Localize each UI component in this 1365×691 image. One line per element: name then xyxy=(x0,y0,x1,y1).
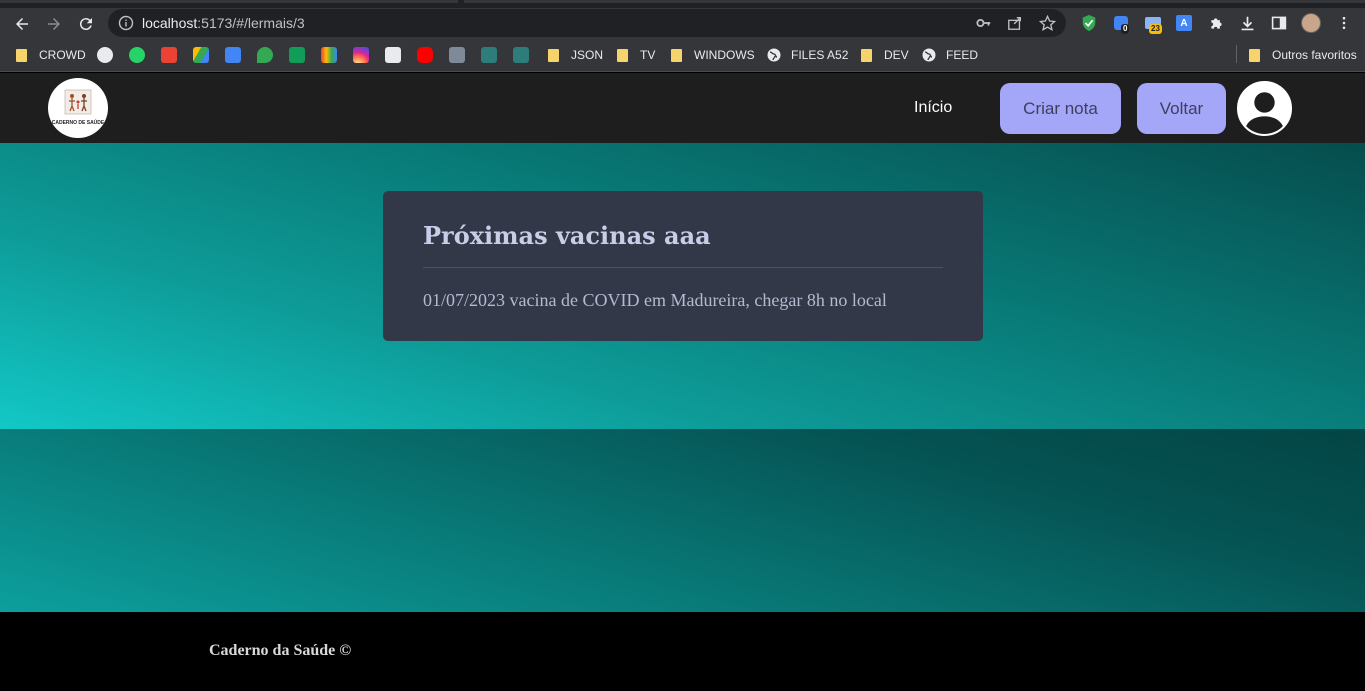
logo-text: CADERNO DE SAÚDE xyxy=(51,120,105,126)
bookmark-colors-icon[interactable] xyxy=(321,47,337,63)
globe-icon xyxy=(922,48,936,62)
bookmark-whatsapp-icon[interactable] xyxy=(129,47,145,63)
tab-strip xyxy=(0,0,1365,8)
info-icon[interactable] xyxy=(118,15,134,31)
globe-icon xyxy=(767,48,781,62)
url-text: localhost:5173/#/lermais/3 xyxy=(142,15,305,31)
bookmark-label: TV xyxy=(640,48,656,62)
footer-text: Caderno da Saúde © xyxy=(209,642,352,659)
ext-mail-badge: 23 xyxy=(1149,24,1162,34)
bookmark-label: DEV xyxy=(884,48,909,62)
bookmark-dev[interactable]: DEV xyxy=(861,46,909,64)
translate-icon[interactable]: A xyxy=(1174,13,1194,33)
bookmark-tv[interactable]: TV xyxy=(617,46,655,64)
create-note-button[interactable]: Criar nota xyxy=(1000,83,1121,134)
bookmark-sheets-icon[interactable] xyxy=(289,47,305,63)
browser-toolbar: localhost:5173/#/lermais/3 0 23 A xyxy=(0,8,1365,39)
bookmark-feed[interactable]: FEED xyxy=(922,46,978,64)
folder-icon xyxy=(617,48,628,62)
note-card: Próximas vacinas aaa 01/07/2023 vacina d… xyxy=(383,191,983,341)
bookmark-files-a52[interactable]: FILES A52 xyxy=(767,46,848,64)
bookmark-app-icon[interactable] xyxy=(449,47,465,63)
footer: Caderno da Saúde © xyxy=(0,612,1365,691)
folder-icon xyxy=(548,48,559,62)
bookmark-label: FEED xyxy=(946,48,979,62)
share-icon[interactable] xyxy=(1006,14,1024,32)
reload-icon[interactable] xyxy=(74,12,98,36)
app-header: CADERNO DE SAÚDE Início Criar nota Volta… xyxy=(0,73,1365,143)
forward-icon[interactable] xyxy=(42,12,66,36)
other-favorites-label: Outros favoritos xyxy=(1272,48,1357,62)
bookmark-label: CROWD xyxy=(39,48,86,62)
other-favorites[interactable]: Outros favoritos xyxy=(1249,46,1357,64)
bookmark-terminal-icon[interactable] xyxy=(481,47,497,63)
bookmark-terminal2-icon[interactable] xyxy=(513,47,529,63)
address-bar[interactable]: localhost:5173/#/lermais/3 xyxy=(108,9,1066,37)
star-icon[interactable] xyxy=(1038,14,1056,32)
folder-icon xyxy=(16,48,27,62)
bookmark-yelp-icon[interactable] xyxy=(385,47,401,63)
puzzle-icon[interactable] xyxy=(1206,13,1226,33)
download-icon[interactable] xyxy=(1237,13,1257,33)
ext-counter-icon[interactable]: 0 xyxy=(1111,13,1131,34)
nav-home-link[interactable]: Início xyxy=(914,99,952,117)
family-logo-icon xyxy=(64,89,92,115)
active-tab[interactable] xyxy=(0,0,458,3)
folder-icon xyxy=(1249,48,1260,62)
bookmark-label: JSON xyxy=(571,48,604,62)
content-band xyxy=(0,429,1365,612)
logo[interactable]: CADERNO DE SAÚDE xyxy=(48,78,108,138)
back-button[interactable]: Voltar xyxy=(1137,83,1226,134)
note-divider xyxy=(423,267,943,268)
bookmark-drive-icon[interactable] xyxy=(193,47,209,63)
bookmark-windows[interactable]: WINDOWS xyxy=(671,46,755,64)
bookmark-gmail-icon[interactable] xyxy=(161,47,177,63)
url-path: :5173/#/lermais/3 xyxy=(197,15,305,31)
url-host: localhost xyxy=(142,15,198,31)
bookmark-g-icon[interactable] xyxy=(97,47,113,63)
bookmark-crowd[interactable]: CROWD xyxy=(16,46,86,64)
folder-icon xyxy=(671,48,682,62)
bookmarks-bar: CROWD JSON TV WINDOWS FILES A52 DEV FEED… xyxy=(0,39,1365,72)
ext-counter-badge: 0 xyxy=(1121,24,1130,34)
folder-icon xyxy=(861,48,872,62)
bookmark-youtube-icon[interactable] xyxy=(417,47,433,63)
ext-mail-icon[interactable]: 23 xyxy=(1143,13,1163,34)
key-icon[interactable] xyxy=(975,14,993,32)
avatar[interactable] xyxy=(1237,81,1292,136)
back-icon[interactable] xyxy=(10,12,34,36)
bookmark-label: FILES A52 xyxy=(791,48,849,62)
menu-icon[interactable] xyxy=(1334,13,1354,33)
tab-strip-fill xyxy=(464,0,1365,3)
note-title: Próximas vacinas aaa xyxy=(423,221,711,250)
bookmark-json[interactable]: JSON xyxy=(548,46,603,64)
profile-icon[interactable] xyxy=(1301,13,1321,33)
shield-icon[interactable] xyxy=(1079,13,1099,33)
bookmark-maps-icon[interactable] xyxy=(257,47,273,63)
bookmark-instagram-icon[interactable] xyxy=(353,47,369,63)
note-body: 01/07/2023 vacina de COVID em Madureira,… xyxy=(423,290,887,310)
bookmark-translate-icon[interactable] xyxy=(225,47,241,63)
bookmark-label: WINDOWS xyxy=(694,48,755,62)
sidepanel-icon[interactable] xyxy=(1269,13,1289,33)
bookmarks-separator xyxy=(1236,45,1237,63)
user-avatar-icon xyxy=(1239,83,1290,134)
